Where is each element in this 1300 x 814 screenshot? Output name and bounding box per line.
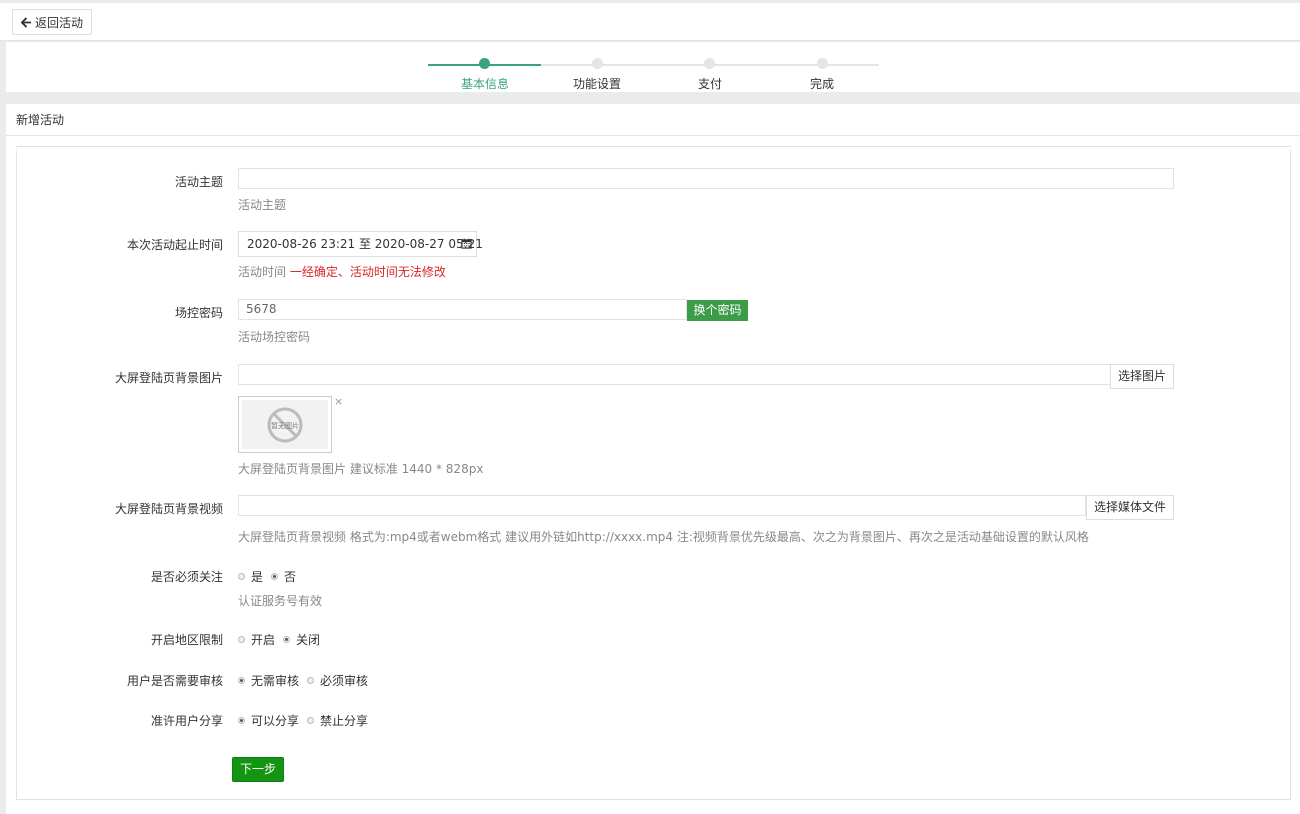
audit-not-required-label: 无需审核 [251, 674, 300, 688]
bg-image-input[interactable] [238, 364, 1111, 385]
select-media-button[interactable]: 选择媒体文件 [1086, 495, 1174, 520]
step-dot-feature-settings [592, 58, 603, 69]
bg-image-label: 大屏登陆页背景图片 [114, 371, 223, 385]
must-follow-label: 是否必须关注 [150, 570, 223, 584]
radio-icon [238, 573, 245, 580]
audit-label: 用户是否需要审核 [126, 674, 223, 688]
step-dot-basic-info [479, 58, 490, 69]
password-help: 活动场控密码 [238, 330, 311, 344]
audit-radio-group: 无需审核 必须审核 [238, 672, 376, 689]
step-label-basic-info: 基本信息 [460, 77, 509, 91]
share-forbidden-label: 禁止分享 [320, 714, 369, 728]
theme-help: 活动主题 [238, 198, 287, 212]
radio-icon [307, 677, 315, 684]
audit-required-label: 必须审核 [320, 674, 369, 688]
audit-not-required[interactable]: 无需审核 [238, 672, 299, 689]
password-label: 场控密码 [174, 306, 223, 320]
bg-image-help: 大屏登陆页背景图片 建议标准 1440 * 828px [238, 462, 484, 476]
step-label-payment: 支付 [697, 77, 722, 91]
must-follow-no[interactable]: 否 [271, 568, 296, 585]
next-step-button[interactable]: 下一步 [232, 757, 284, 782]
no-image-placeholder: 暂无图片 [242, 400, 328, 449]
remove-image-icon[interactable]: × [334, 396, 343, 408]
select-image-button[interactable]: 选择图片 [1110, 364, 1174, 389]
no-image-icon: 暂无图片 [267, 407, 303, 442]
bg-image-thumbnail: 暂无图片 [238, 396, 332, 453]
panel-title: 新增活动 [6, 104, 1300, 136]
time-warning: 一经确定、活动时间无法修改 [289, 265, 446, 279]
radio-checked-icon [271, 573, 279, 580]
step-dot-complete [817, 58, 828, 69]
region-limit-on[interactable]: 开启 [238, 631, 275, 648]
step-dot-payment [704, 58, 715, 69]
no-image-text: 暂无图片 [271, 421, 299, 430]
must-follow-yes-label: 是 [251, 570, 264, 584]
share-allowed-label: 可以分享 [251, 714, 300, 728]
bg-video-help: 大屏登陆页背景视频 格式为:mp4或者webm格式 建议用外链如http://x… [238, 530, 1089, 544]
radio-icon [238, 636, 245, 643]
must-follow-radio-group: 是 否 [238, 568, 304, 585]
time-range-value: 2020-08-26 23:21 至 2020-08-27 05:21 [247, 237, 483, 251]
region-limit-off-label: 关闭 [296, 633, 321, 647]
top-bar: 返回活动 [0, 3, 1300, 41]
region-limit-radio-group: 开启 关闭 [238, 631, 328, 648]
calendar-icon [461, 238, 472, 249]
time-help-text: 活动时间 [238, 265, 287, 279]
back-to-activities-button[interactable]: 返回活动 [12, 9, 93, 35]
back-button-label: 返回活动 [35, 15, 84, 30]
region-limit-off[interactable]: 关闭 [283, 631, 320, 648]
audit-required[interactable]: 必须审核 [307, 672, 368, 689]
radio-checked-icon [238, 717, 245, 724]
share-forbidden[interactable]: 禁止分享 [307, 712, 368, 729]
theme-label: 活动主题 [174, 175, 223, 189]
new-activity-panel: 新增活动 [6, 104, 1300, 814]
bg-video-label: 大屏登陆页背景视频 [114, 502, 223, 516]
step-progress: 基本信息 功能设置 支付 完成 [6, 42, 1300, 92]
password-input[interactable]: 5678 [238, 299, 687, 320]
radio-icon [307, 717, 315, 724]
region-limit-label: 开启地区限制 [150, 633, 223, 647]
must-follow-help: 认证服务号有效 [238, 594, 323, 608]
arrow-left-icon [21, 16, 32, 28]
time-range-input[interactable]: 2020-08-26 23:21 至 2020-08-27 05:21 [238, 231, 483, 257]
share-allowed[interactable]: 可以分享 [238, 712, 299, 729]
share-label: 准许用户分享 [150, 714, 223, 728]
region-limit-on-label: 开启 [251, 633, 276, 647]
radio-checked-icon [238, 677, 245, 684]
time-label: 本次活动起止时间 [126, 238, 223, 252]
change-password-button[interactable]: 换个密码 [687, 300, 748, 321]
share-radio-group: 可以分享 禁止分享 [238, 712, 376, 729]
theme-input[interactable] [238, 168, 1174, 189]
must-follow-no-label: 否 [284, 570, 297, 584]
must-follow-yes[interactable]: 是 [238, 568, 263, 585]
time-help: 活动时间 一经确定、活动时间无法修改 [238, 263, 446, 280]
radio-checked-icon [283, 636, 291, 643]
step-label-complete: 完成 [809, 77, 834, 91]
bg-video-input[interactable] [238, 495, 1086, 516]
step-label-feature-settings: 功能设置 [572, 77, 621, 91]
